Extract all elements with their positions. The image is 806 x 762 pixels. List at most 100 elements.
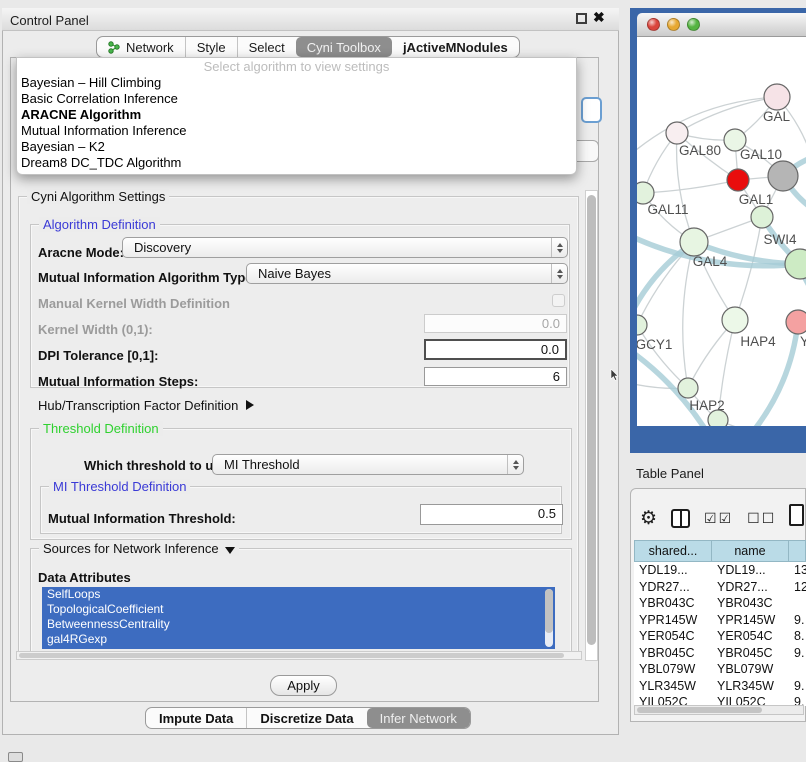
list-scrollbar-thumb[interactable]: [545, 589, 553, 633]
network-node-label: SWI4: [763, 232, 796, 247]
network-node-label: GAL10: [740, 147, 782, 162]
network-node[interactable]: [727, 169, 749, 191]
network-edge[interactable]: [643, 180, 738, 193]
mi-algorithm-type-label: Mutual Information Algorithm Type:: [38, 270, 257, 285]
tab-infer-network[interactable]: Infer Network: [367, 708, 470, 728]
network-node[interactable]: [637, 315, 647, 335]
tab-style[interactable]: Style: [185, 37, 237, 57]
column-header[interactable]: [789, 540, 806, 562]
tab-network[interactable]: Network: [97, 37, 185, 57]
network-node[interactable]: [678, 378, 698, 398]
settings-scrollbar[interactable]: [585, 190, 598, 661]
network-node[interactable]: [722, 307, 748, 333]
network-canvas[interactable]: GALGAL80GAL10GAL1GAL11GAL4SWI4GCY1HAP4YH…: [637, 37, 806, 426]
network-node[interactable]: [751, 206, 773, 228]
tab-impute-data[interactable]: Impute Data: [146, 708, 246, 728]
network-node[interactable]: [768, 161, 798, 191]
network-node[interactable]: [708, 410, 728, 426]
zoom-traffic-light-icon[interactable]: [687, 18, 700, 31]
gear-icon[interactable]: ⚙: [640, 509, 657, 528]
mi-threshold-label: Mutual Information Threshold:: [48, 511, 236, 526]
dropdown-item-selected[interactable]: ARACNE Algorithm: [17, 107, 576, 123]
document-icon[interactable]: [789, 504, 804, 526]
dropdown-item[interactable]: Basic Correlation Inference: [17, 91, 576, 107]
network-node[interactable]: [666, 122, 688, 144]
mi-steps-label: Mutual Information Steps:: [38, 374, 198, 389]
network-window-titlebar[interactable]: [637, 13, 806, 37]
which-threshold-combo[interactable]: MI Threshold: [212, 454, 524, 475]
aracne-mode-combo[interactable]: Discovery: [122, 237, 568, 258]
select-all-checkboxes-icon[interactable]: ☑☑: [704, 510, 733, 527]
docked-panel-icon[interactable]: [8, 752, 23, 762]
table-row[interactable]: YER054CYER054C8.: [634, 628, 806, 645]
dropdown-item[interactable]: Mutual Information Inference: [17, 123, 576, 139]
sources-group-title[interactable]: Sources for Network Inference: [39, 541, 239, 556]
list-item[interactable]: BetweennessCentrality: [42, 617, 555, 632]
tab-discretize-data[interactable]: Discretize Data: [246, 708, 366, 728]
table-horizontal-scrollbar-thumb[interactable]: [637, 707, 762, 713]
settings-scrollbar-thumb[interactable]: [587, 195, 596, 645]
table-row[interactable]: YPR145WYPR145W9.: [634, 612, 806, 629]
close-icon[interactable]: ✖: [593, 9, 605, 26]
table-row[interactable]: YBR045CYBR045C9.: [634, 645, 806, 662]
list-item[interactable]: TopologicalCoefficient: [42, 602, 555, 617]
network-node[interactable]: [764, 84, 790, 110]
float-window-icon[interactable]: [576, 13, 587, 24]
list-item[interactable]: gal4RGexp: [42, 632, 555, 647]
column-header[interactable]: name: [712, 540, 789, 562]
network-node-label: Y: [800, 334, 806, 349]
network-node[interactable]: [680, 228, 708, 256]
combo-stepper-icon: [507, 455, 523, 474]
column-header[interactable]: shared...: [634, 540, 712, 562]
tab-cyni-toolbox[interactable]: Cyni Toolbox: [296, 37, 392, 57]
aracne-mode-label: Aracne Mode:: [38, 245, 124, 260]
columns-icon[interactable]: [671, 509, 690, 528]
threshold-definition-title: Threshold Definition: [39, 421, 163, 436]
minimize-traffic-light-icon[interactable]: [667, 18, 680, 31]
list-item[interactable]: SelfLoops: [42, 587, 555, 602]
network-node[interactable]: [786, 310, 806, 334]
hub-definition-expander[interactable]: Hub/Transcription Factor Definition: [38, 398, 254, 413]
network-node-label: HAP4: [740, 334, 776, 349]
settings-horizontal-scrollbar-thumb[interactable]: [19, 653, 564, 658]
bottom-tabbar: Impute Data Discretize Data Infer Networ…: [145, 707, 471, 729]
manual-kernel-width-label: Manual Kernel Width Definition: [38, 296, 230, 311]
network-node[interactable]: [637, 182, 654, 204]
table-row[interactable]: YDR27...YDR27...12: [634, 579, 806, 596]
tab-network-label: Network: [126, 40, 174, 55]
mi-threshold-field[interactable]: 0.5: [420, 504, 563, 525]
tab-jactivemnodules[interactable]: jActiveMNodules: [392, 37, 519, 57]
dropdown-item[interactable]: Dream8 DC_TDC Algorithm: [17, 155, 576, 171]
settings-horizontal-scrollbar[interactable]: [16, 651, 582, 660]
dropdown-item[interactable]: Bayesian – K2: [17, 139, 576, 155]
dropdown-item[interactable]: Bayesian – Hill Climbing: [17, 75, 576, 91]
deselect-all-checkboxes-icon[interactable]: ☐☐: [747, 510, 776, 527]
kernel-width-label: Kernel Width (0,1):: [38, 322, 153, 337]
dpi-tolerance-field[interactable]: 0.0: [424, 339, 567, 360]
mi-algorithm-type-combo[interactable]: Naive Bayes: [246, 263, 568, 284]
mi-threshold-group-title: MI Threshold Definition: [49, 479, 190, 494]
table-horizontal-scrollbar[interactable]: [634, 705, 804, 715]
table-row[interactable]: YDL19...YDL19...13: [634, 562, 806, 579]
close-traffic-light-icon[interactable]: [647, 18, 660, 31]
table-row[interactable]: YBR043CYBR043C: [634, 595, 806, 612]
network-node-label: GAL80: [679, 143, 721, 158]
algorithm-combo-fragment[interactable]: [581, 97, 602, 123]
dpi-tolerance-label: DPI Tolerance [0,1]:: [38, 348, 158, 363]
expander-down-icon: [225, 547, 235, 554]
apply-button[interactable]: Apply: [270, 675, 337, 696]
table-row[interactable]: YBL079WYBL079W: [634, 661, 806, 678]
manual-kernel-width-checkbox[interactable]: [552, 294, 565, 307]
expander-right-icon: [246, 400, 254, 410]
kernel-width-field[interactable]: 0.0: [424, 314, 567, 333]
control-panel-titlebar: [2, 8, 619, 31]
network-edge[interactable]: [735, 217, 762, 320]
mouse-cursor-icon: [610, 369, 619, 381]
table-row[interactable]: YLR345WYLR345W9.: [634, 678, 806, 695]
attribute-table: shared... name YDL19...YDL19...13 YDR27.…: [634, 540, 806, 706]
tab-select[interactable]: Select: [237, 37, 296, 57]
network-node-label: GCY1: [637, 337, 672, 352]
mi-steps-field[interactable]: 6: [424, 367, 567, 386]
cyni-algorithm-settings-title: Cyni Algorithm Settings: [27, 189, 169, 204]
list-scrollbar[interactable]: [545, 589, 553, 647]
